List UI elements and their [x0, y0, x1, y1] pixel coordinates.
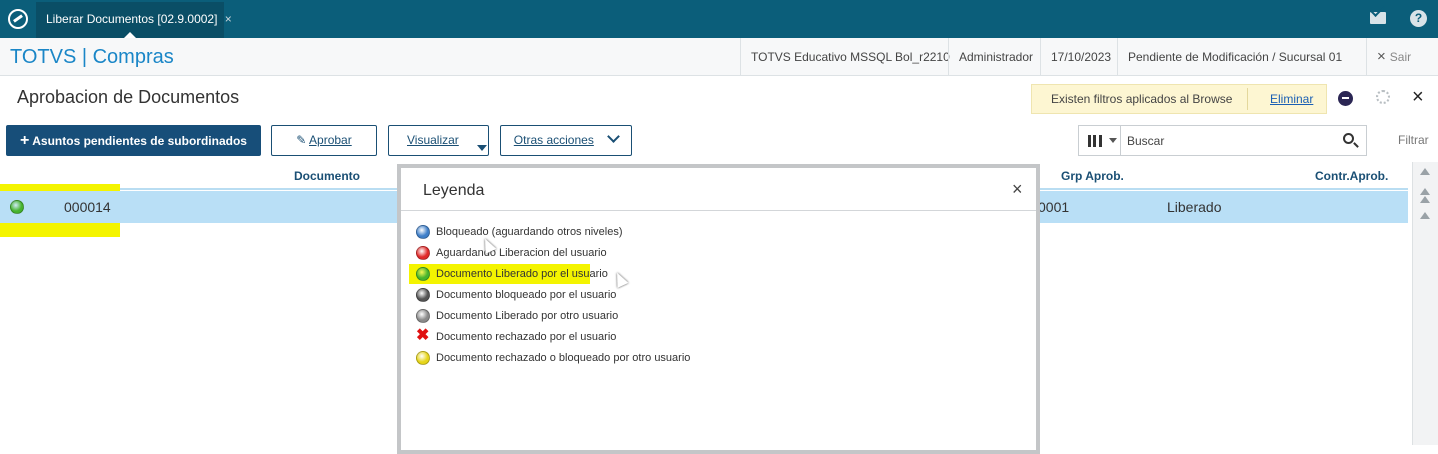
- filter-button[interactable]: Filtrar: [1398, 133, 1429, 147]
- columns-selector[interactable]: [1079, 126, 1121, 155]
- user-info: Administrador: [948, 38, 1043, 76]
- vertical-scrollbar[interactable]: [1412, 162, 1438, 445]
- app-title: TOTVS | Compras: [10, 46, 174, 68]
- legend-label: Documento rechazado por el usuario: [436, 331, 617, 343]
- pencil-icon: ✎: [296, 133, 307, 147]
- plus-icon: +: [20, 132, 30, 149]
- other-actions-label: Otras acciones: [513, 133, 594, 147]
- dark-gray-circle-icon: [416, 288, 430, 302]
- legend-label: Bloqueado (aguardando otros niveles): [436, 226, 623, 238]
- filter-notice-text: Existen filtros aplicados al Browse: [1051, 92, 1233, 106]
- branch-info: Pendiente de Modificación / Sucursal 01: [1117, 38, 1352, 76]
- mail-icon[interactable]: [1370, 12, 1386, 24]
- app-header: TOTVS | Compras TOTVS Educativo MSSQL Bo…: [0, 38, 1438, 76]
- other-actions-button[interactable]: Otras acciones: [500, 125, 632, 156]
- filter-divider: [1247, 88, 1248, 110]
- chevron-down-icon: [607, 130, 621, 143]
- documento-cell: 000014: [64, 199, 111, 215]
- remove-filter-link[interactable]: Eliminar: [1270, 85, 1313, 113]
- column-contr-aprob[interactable]: Contr.Aprob.: [1315, 169, 1388, 183]
- columns-icon: [1088, 135, 1102, 147]
- gray-circle-icon: [416, 309, 430, 323]
- subordinates-button[interactable]: + Asuntos pendientes de subordinados: [6, 125, 261, 156]
- yellow-circle-icon: [416, 351, 430, 365]
- green-circle-icon: [416, 267, 430, 281]
- scroll-up-icon[interactable]: [1420, 168, 1430, 175]
- top-bar: Liberar Documentos [02.9.0002] × ?: [0, 0, 1438, 38]
- legend-label: Documento rechazado o bloqueado por otro…: [436, 352, 691, 364]
- column-documento[interactable]: Documento: [294, 169, 360, 183]
- minus-circle-icon[interactable]: [1338, 91, 1353, 106]
- caret-down-icon: [477, 145, 487, 151]
- search-icon[interactable]: [1343, 133, 1354, 144]
- subordinates-label: Asuntos pendientes de subordinados: [32, 134, 247, 148]
- caret-down-icon: [1109, 138, 1117, 143]
- blue-circle-icon: [416, 225, 430, 239]
- scroll-top-icon[interactable]: [1420, 188, 1430, 195]
- view-button[interactable]: Visualizar: [388, 125, 489, 156]
- approve-label: Aprobar: [309, 133, 352, 147]
- date-info: 17/10/2023: [1040, 38, 1121, 76]
- filter-notice: Existen filtros aplicados al Browse Elim…: [1031, 84, 1327, 114]
- exit-x-icon: ×: [1377, 48, 1386, 65]
- red-circle-icon: [416, 246, 430, 260]
- exit-label: Sair: [1389, 50, 1412, 64]
- close-icon[interactable]: ×: [1012, 179, 1023, 200]
- tab-close-icon[interactable]: ×: [225, 12, 232, 26]
- view-label: Visualizar: [407, 133, 459, 147]
- page-title: Aprobacion de Documentos: [17, 87, 240, 107]
- legend-label: Aguardando Liberacion del usuario: [436, 247, 607, 259]
- scroll-top-icon-2: [1420, 196, 1430, 203]
- legend-title: Leyenda: [423, 182, 485, 199]
- legend-item-released-by-user: Documento Liberado por el usuario: [409, 264, 608, 284]
- column-grp-aprob[interactable]: Grp Aprob.: [1061, 169, 1124, 183]
- status-cell: Liberado: [1167, 199, 1222, 215]
- tab-liberar-documentos[interactable]: Liberar Documentos [02.9.0002] ×: [36, 2, 232, 38]
- legend-label: Documento bloqueado por el usuario: [436, 289, 617, 301]
- legend-dialog: Leyenda × Bloqueado (aguardando otros ni…: [397, 164, 1040, 454]
- close-page-icon[interactable]: ×: [1412, 86, 1424, 109]
- exit-button[interactable]: × Sair: [1366, 38, 1421, 76]
- totvs-logo-icon[interactable]: [8, 9, 28, 29]
- grp-aprob-cell: 0001: [1038, 199, 1070, 215]
- status-green-icon: [10, 200, 24, 214]
- search-box: [1078, 125, 1367, 156]
- legend-label: Documento Liberado por el usuario: [436, 268, 608, 280]
- help-icon[interactable]: ?: [1410, 10, 1427, 27]
- environment-info: TOTVS Educativo MSSQL Bol_r2210: [740, 38, 960, 76]
- legend-label: Documento Liberado por otro usuario: [436, 310, 619, 322]
- gear-icon[interactable]: [1376, 90, 1390, 104]
- search-input[interactable]: [1127, 131, 1327, 150]
- tab-label: Liberar Documentos [02.9.0002]: [46, 12, 218, 26]
- approve-button[interactable]: ✎ Aprobar: [271, 125, 377, 156]
- red-x-icon: ✖: [416, 327, 430, 344]
- scroll-up-small-icon[interactable]: [1420, 212, 1430, 219]
